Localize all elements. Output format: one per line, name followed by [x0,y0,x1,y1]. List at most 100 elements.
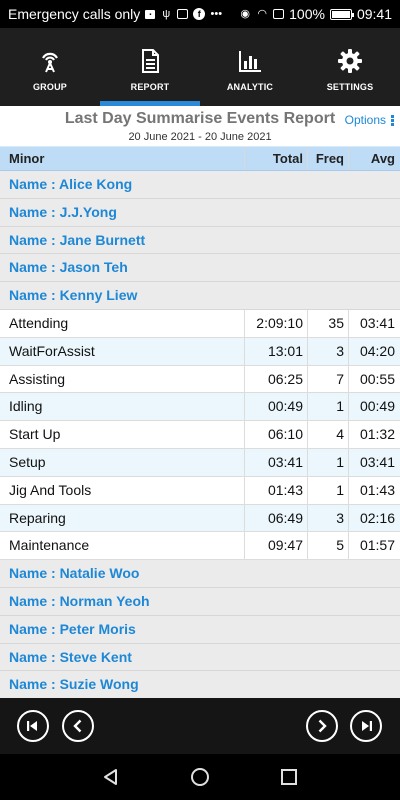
table-row[interactable]: Maintenance 09:47 5 01:57 [0,532,400,561]
table-row[interactable]: Jig And Tools 01:43 1 01:43 [0,476,400,505]
options-label: Options [344,113,386,127]
last-page-button[interactable] [350,710,382,742]
status-left: Emergency calls only ▪ ψ f ••• [8,6,239,22]
gallery-icon [177,9,189,19]
home-button[interactable] [189,766,211,788]
group-name-row[interactable]: Name : J.J.Yong [0,198,400,227]
cell-freq: 3 [307,504,348,532]
group-name-row[interactable]: Name : Steve Kent [0,643,400,672]
cell-total: 06:10 [244,421,307,448]
tab-label: REPORT [130,82,170,92]
clock: 09:41 [356,6,392,22]
column-header-avg[interactable]: Avg [348,147,400,170]
group-name-row[interactable]: Name : Natalie Woo [0,560,400,588]
carrier-status-text: Emergency calls only [8,6,141,22]
report-date-range: 20 June 2021 - 20 June 2021 [128,131,272,143]
ellipsis-icon: ••• [210,8,223,20]
cell-total: 2:09:10 [244,309,307,337]
cell-avg: 03:41 [348,309,400,337]
tab-report[interactable]: REPORT [100,28,200,106]
tab-label: GROUP [32,82,67,92]
battery-icon [329,8,354,20]
group-name-row[interactable]: Name : Jason Teh [0,254,400,283]
cell-avg: 03:41 [348,448,400,476]
cell-freq: 5 [307,532,348,560]
cell-total: 00:49 [244,393,307,421]
cell-minor: Idling [9,398,43,415]
cell-total: 13:01 [244,337,307,365]
top-nav: GROUP REPORT ANALYTIC SETTINGS [0,28,400,106]
table-row[interactable]: Assisting 06:25 7 00:55 [0,365,400,394]
column-header-total[interactable]: Total [244,147,307,170]
cell-total: 06:25 [244,365,307,393]
recents-icon [281,769,297,785]
gear-icon [338,49,362,73]
cell-total: 03:41 [244,448,307,476]
column-header-minor[interactable]: Minor [0,147,244,170]
last-page-icon [362,721,372,731]
cell-avg: 04:20 [348,337,400,365]
table-row[interactable]: Setup 03:41 1 03:41 [0,448,400,477]
cell-total: 06:49 [244,504,307,532]
table-row[interactable]: WaitForAssist 13:01 3 04:20 [0,337,400,366]
usb-icon: ψ [162,8,171,20]
home-icon [191,768,209,786]
cell-freq: 1 [307,448,348,476]
recents-button[interactable] [278,766,300,788]
broadcast-icon [42,52,58,73]
bar-chart-icon [239,51,261,72]
cell-minor: Setup [9,453,46,470]
table-header: Minor Total Freq Avg [0,146,400,171]
report-header: Last Day Summarise Events Report 20 June… [0,106,400,146]
first-page-button[interactable] [17,710,49,742]
group-name-row[interactable]: Name : Alice Kong [0,171,400,199]
data-icon [273,9,285,19]
table-row[interactable]: Attending 2:09:10 35 03:41 [0,309,400,338]
group-name-row[interactable]: Name : Jane Burnett [0,226,400,255]
cell-minor: Maintenance [9,537,90,554]
kebab-menu-icon [391,114,394,126]
pager-bar [0,698,400,754]
next-page-icon [318,719,327,733]
tab-group[interactable]: GROUP [0,28,100,106]
cell-minor: Jig And Tools [9,481,92,498]
back-button[interactable] [100,766,122,788]
next-page-button[interactable] [306,710,338,742]
status-right: ◉ ◠ 100% 09:41 [239,6,392,22]
table-row[interactable]: Reparing 06:49 3 02:16 [0,504,400,533]
cell-freq: 1 [307,476,348,504]
cell-freq: 1 [307,393,348,421]
report-table[interactable]: Minor Total Freq Avg Name : Alice Kong N… [0,146,400,698]
tab-settings[interactable]: SETTINGS [300,28,400,106]
column-header-freq[interactable]: Freq [307,147,348,170]
tab-label: ANALYTIC [226,82,274,92]
cell-avg: 01:57 [348,532,400,560]
options-button[interactable]: Options [345,113,394,127]
report-title: Last Day Summarise Events Report [64,110,336,127]
tab-analytic[interactable]: ANALYTIC [200,28,300,106]
cell-minor: Assisting [9,370,66,387]
table-row[interactable]: Idling 00:49 1 00:49 [0,393,400,422]
previous-page-button[interactable] [62,710,94,742]
group-name-row[interactable]: Name : Suzie Wong [0,671,400,698]
cell-avg: 02:16 [348,504,400,532]
cell-minor: Reparing [9,509,66,526]
facebook-icon: f [193,8,206,20]
cell-freq: 35 [307,309,348,337]
cell-avg: 00:55 [348,365,400,393]
cell-freq: 4 [307,421,348,448]
eye-icon: ◉ [240,8,250,20]
cell-avg: 01:32 [348,421,400,448]
group-name-row[interactable]: Name : Norman Yeoh [0,587,400,616]
back-icon [104,769,117,785]
previous-page-icon [73,719,82,733]
group-name-row[interactable]: Name : Kenny Liew [0,282,400,310]
table-row[interactable]: Start Up 06:10 4 01:32 [0,421,400,449]
document-icon [142,49,159,73]
cell-minor: WaitForAssist [9,342,95,359]
group-name-row[interactable]: Name : Peter Moris [0,615,400,644]
cell-avg: 00:49 [348,393,400,421]
cell-freq: 3 [307,337,348,365]
battery-percent: 100% [289,6,325,22]
tab-label: SETTINGS [326,82,374,92]
